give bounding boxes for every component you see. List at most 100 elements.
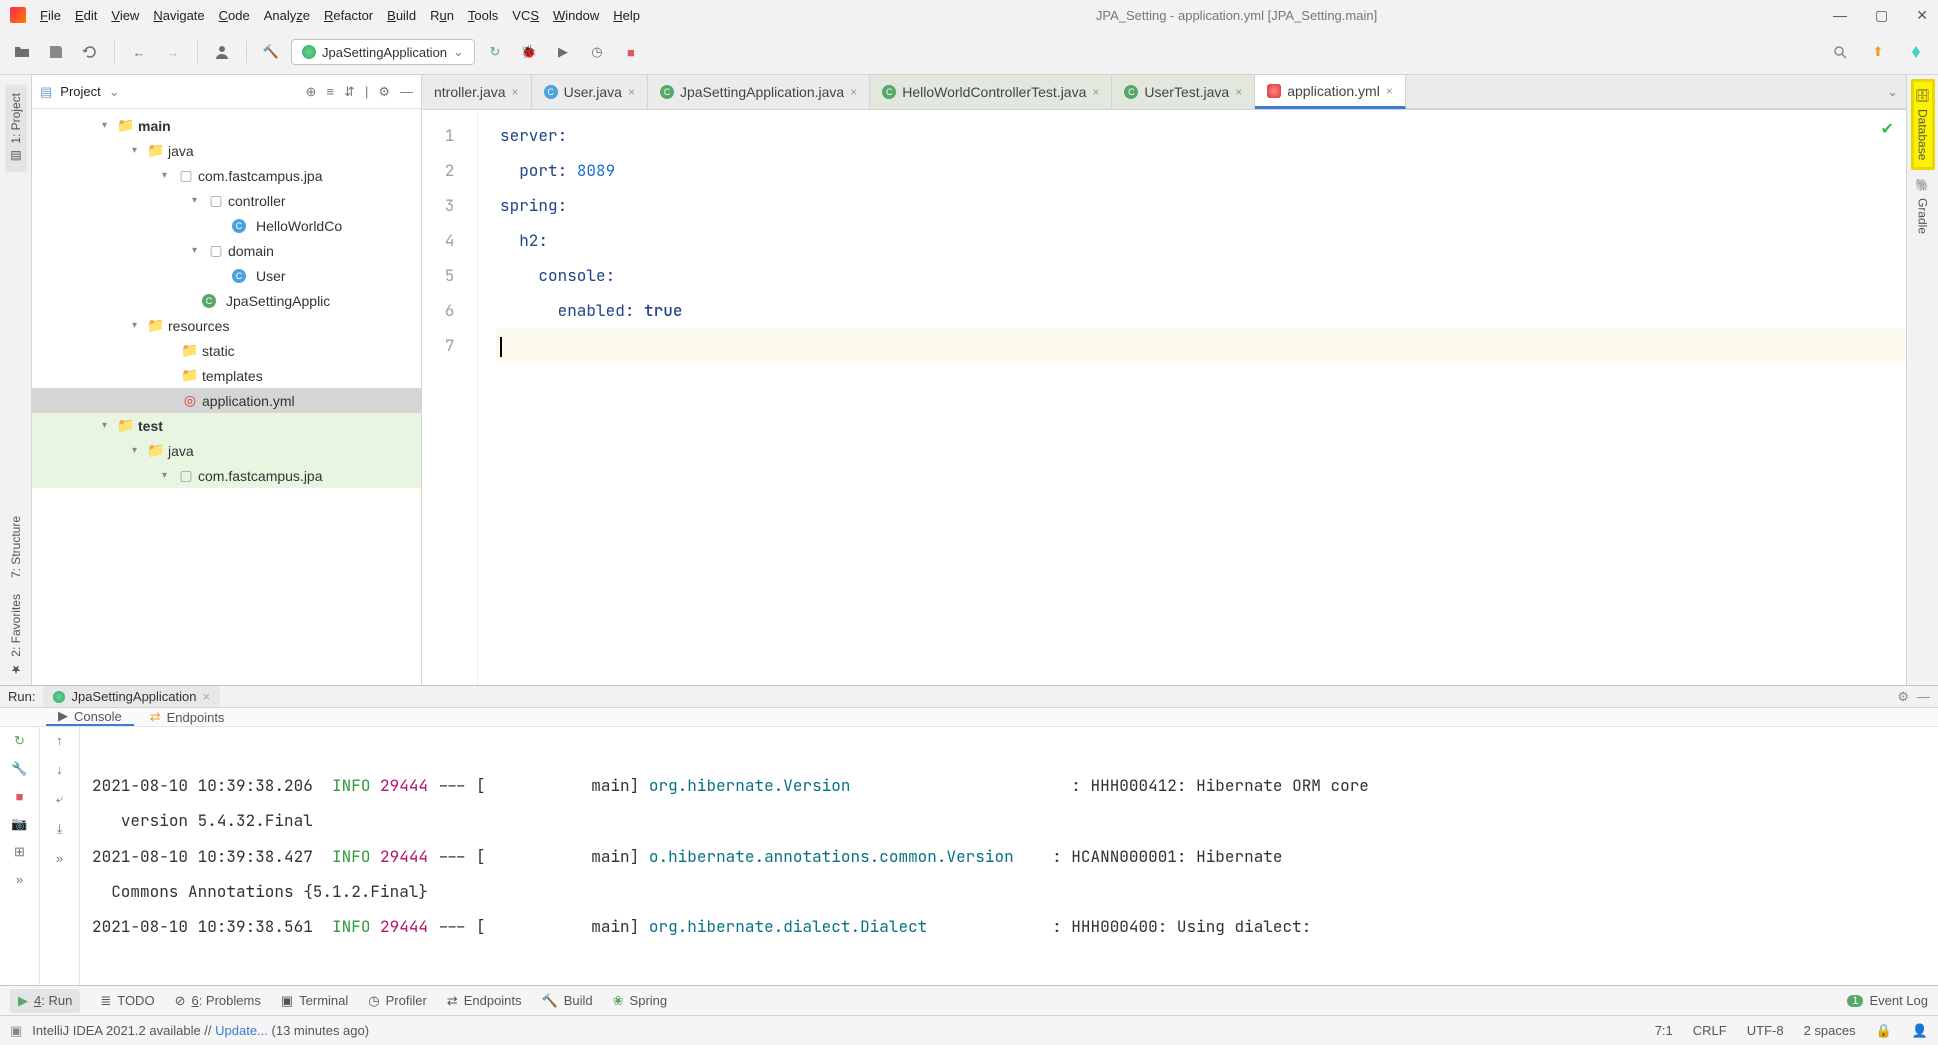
coverage-icon[interactable]: ▶ [549, 38, 577, 66]
bottom-terminal-tab[interactable]: ▣Terminal [281, 993, 348, 1009]
close-icon[interactable]: × [1386, 84, 1393, 98]
menu-window[interactable]: Window [553, 8, 599, 23]
cursor-position[interactable]: 7:1 [1655, 1023, 1673, 1039]
profile-run-icon[interactable]: ◷ [583, 38, 611, 66]
menu-help[interactable]: Help [613, 8, 640, 23]
close-icon[interactable]: × [850, 85, 857, 99]
run-configuration-selector[interactable]: JpaSettingApplication ⌄ [291, 39, 475, 65]
bottom-profiler-tab[interactable]: ◷Profiler [368, 993, 427, 1009]
bottom-todo-tab[interactable]: ≣TODO [100, 993, 154, 1009]
bottom-build-tab[interactable]: 🔨Build [542, 993, 593, 1009]
tab-application-yml[interactable]: application.yml× [1255, 75, 1406, 109]
expand-icon[interactable]: ≡ [326, 84, 334, 100]
tab-app[interactable]: CJpaSettingApplication.java× [648, 75, 870, 109]
save-all-icon[interactable] [42, 38, 70, 66]
close-icon[interactable]: × [1235, 85, 1242, 99]
bottom-problems-tab[interactable]: ⊘6: Problems [175, 993, 261, 1009]
tab-user[interactable]: CUser.java× [532, 75, 648, 109]
console-output[interactable]: 2021-08-10 10:39:38.206 INFO 29444 --- [… [80, 727, 1938, 985]
reload-icon[interactable] [76, 38, 104, 66]
gradle-tool-tab[interactable]: 🐘 Gradle [1912, 170, 1934, 243]
console-tab[interactable]: ▶Console [46, 708, 134, 726]
scroll-icon[interactable]: ⤓ [57, 821, 63, 837]
close-icon[interactable]: × [203, 689, 211, 704]
menu-vcs[interactable]: VCS [512, 8, 539, 23]
ide-icon[interactable] [1902, 38, 1930, 66]
menu-build[interactable]: Build [387, 8, 416, 23]
inspector-icon[interactable]: 👤 [1912, 1023, 1928, 1039]
gear-icon[interactable]: ⚙ [1897, 689, 1909, 705]
close-button[interactable]: ✕ [1916, 7, 1928, 24]
structure-tool-tab[interactable]: 7: Structure [5, 508, 27, 586]
hammer-icon[interactable]: 🔨 [257, 38, 285, 66]
profiler-icon: ◷ [368, 993, 379, 1009]
update-link[interactable]: Update... [215, 1023, 268, 1038]
tabs-chevron-icon[interactable]: ⌄ [1887, 84, 1898, 100]
event-log-tab[interactable]: 1Event Log [1847, 993, 1928, 1008]
rerun-icon[interactable]: ↻ [14, 733, 25, 749]
code-content[interactable]: server: port: 8089 spring: h2: console: … [496, 110, 1906, 685]
menu-run[interactable]: Run [430, 8, 454, 23]
file-encoding[interactable]: UTF-8 [1747, 1023, 1784, 1039]
window-title: JPA_Setting - application.yml [JPA_Setti… [640, 8, 1833, 23]
bottom-spring-tab[interactable]: ❀Spring [613, 993, 667, 1009]
menu-file[interactable]: File [40, 8, 61, 23]
project-tool-tab[interactable]: ▤ 1: Project [5, 85, 27, 172]
bottom-run-tab[interactable]: ▶4: 4: RunRun [10, 989, 80, 1013]
profile-icon[interactable] [208, 38, 236, 66]
stop-icon[interactable]: ■ [16, 789, 24, 804]
forward-icon[interactable]: → [159, 38, 187, 66]
menu-view[interactable]: View [111, 8, 139, 23]
gear-icon[interactable]: ⚙ [378, 84, 390, 100]
menu-code[interactable]: Code [219, 8, 250, 23]
editor[interactable]: ✔ 1 2 3 4 5 6 7 server: port: 8089 sprin… [422, 110, 1906, 685]
tool-windows-icon[interactable]: ▣ [10, 1023, 22, 1039]
sync-icon[interactable]: ⬆ [1864, 38, 1892, 66]
menu-navigate[interactable]: Navigate [153, 8, 204, 23]
main-toolbar: ← → 🔨 JpaSettingApplication ⌄ ↻ 🐞 ▶ ◷ ■ … [0, 30, 1938, 75]
menu-edit[interactable]: Edit [75, 8, 97, 23]
endpoints-tab[interactable]: ⇄Endpoints [138, 708, 237, 726]
bottom-endpoints-tab[interactable]: ⇄Endpoints [447, 993, 522, 1009]
favorites-tool-tab[interactable]: ★ 2: Favorites [5, 586, 27, 685]
status-bar: ▣ IntelliJ IDEA 2021.2 available // Upda… [0, 1015, 1938, 1045]
target-icon[interactable]: ⊕ [306, 84, 317, 100]
lock-icon[interactable]: 🔒 [1876, 1023, 1892, 1039]
project-tree[interactable]: ▾📁main ▾📁java ▾▢com.fastcampus.jpa ▾▢con… [32, 109, 421, 685]
close-icon[interactable]: × [1092, 85, 1099, 99]
rerun-icon[interactable]: ↻ [481, 38, 509, 66]
open-icon[interactable] [8, 38, 36, 66]
tab-controller[interactable]: ntroller.java× [422, 75, 532, 109]
down-icon[interactable]: ↓ [56, 762, 63, 777]
close-icon[interactable]: × [628, 85, 635, 99]
terminal-icon: ▣ [281, 993, 293, 1009]
menu-tools[interactable]: Tools [468, 8, 498, 23]
search-icon[interactable] [1826, 38, 1854, 66]
collapse-icon[interactable]: ⇵ [344, 84, 355, 100]
up-icon[interactable]: ↑ [56, 733, 63, 748]
stop-icon[interactable]: ■ [617, 38, 645, 66]
database-tool-tab[interactable]: 🗄 Database [1911, 79, 1935, 170]
debug-icon[interactable]: 🐞 [515, 38, 543, 66]
soft-wrap-icon[interactable]: ⤶ [56, 791, 63, 807]
tab-user-test[interactable]: CUserTest.java× [1112, 75, 1255, 109]
more-icon[interactable]: » [16, 872, 23, 887]
indent-status[interactable]: 2 spaces [1804, 1023, 1856, 1039]
layout-icon[interactable]: ⊞ [14, 844, 25, 860]
more-icon[interactable]: » [56, 851, 63, 866]
line-separator[interactable]: CRLF [1693, 1023, 1727, 1039]
chevron-down-icon[interactable]: ⌄ [109, 84, 120, 100]
editor-area: ntroller.java× CUser.java× CJpaSettingAp… [422, 75, 1906, 685]
menu-refactor[interactable]: Refactor [324, 8, 373, 23]
run-config-tab[interactable]: JpaSettingApplication × [43, 686, 220, 707]
menu-analyze[interactable]: Analyze [264, 8, 310, 23]
hide-icon[interactable]: — [400, 84, 413, 100]
maximize-button[interactable]: ▢ [1875, 7, 1888, 24]
back-icon[interactable]: ← [125, 38, 153, 66]
wrench-icon[interactable]: 🔧 [11, 761, 27, 777]
tab-hello-test[interactable]: CHelloWorldControllerTest.java× [870, 75, 1112, 109]
hide-icon[interactable]: — [1917, 689, 1930, 704]
close-icon[interactable]: × [512, 85, 519, 99]
camera-icon[interactable]: 📷 [11, 816, 27, 832]
minimize-button[interactable]: — [1833, 7, 1847, 24]
